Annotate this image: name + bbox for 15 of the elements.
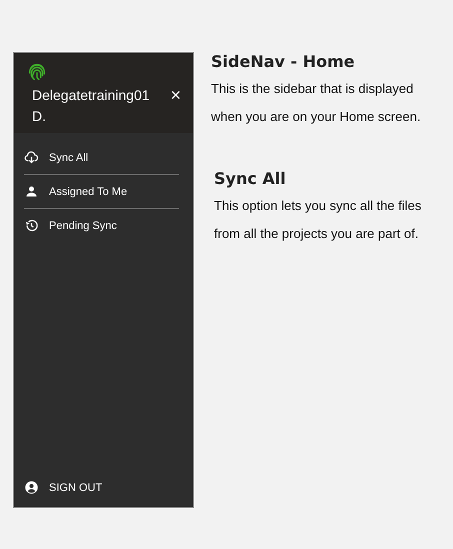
menu-item[interactable]: Pending Sync <box>14 209 193 242</box>
user-name: Delegatetraining01 D. <box>32 86 151 126</box>
section-title: SideNav - Home <box>211 52 356 71</box>
menu-item[interactable]: Sync All <box>14 141 193 174</box>
person-icon <box>24 184 39 199</box>
cloud-download-icon <box>24 150 39 165</box>
close-button[interactable]: × <box>168 85 183 105</box>
account-circle-icon <box>24 480 39 495</box>
section-title: Sync All <box>214 169 287 188</box>
history-icon <box>24 218 39 233</box>
sign-out-button[interactable]: SIGN OUT <box>14 480 193 507</box>
fingerprint-icon <box>26 61 48 83</box>
description-text: This is the sidebar that is displayed when you are on your Home screen. <box>211 80 422 126</box>
menu-item[interactable]: Assigned To Me <box>14 175 193 208</box>
description-text: This option lets you sync all the files from all the projects you are part of. <box>214 197 422 243</box>
